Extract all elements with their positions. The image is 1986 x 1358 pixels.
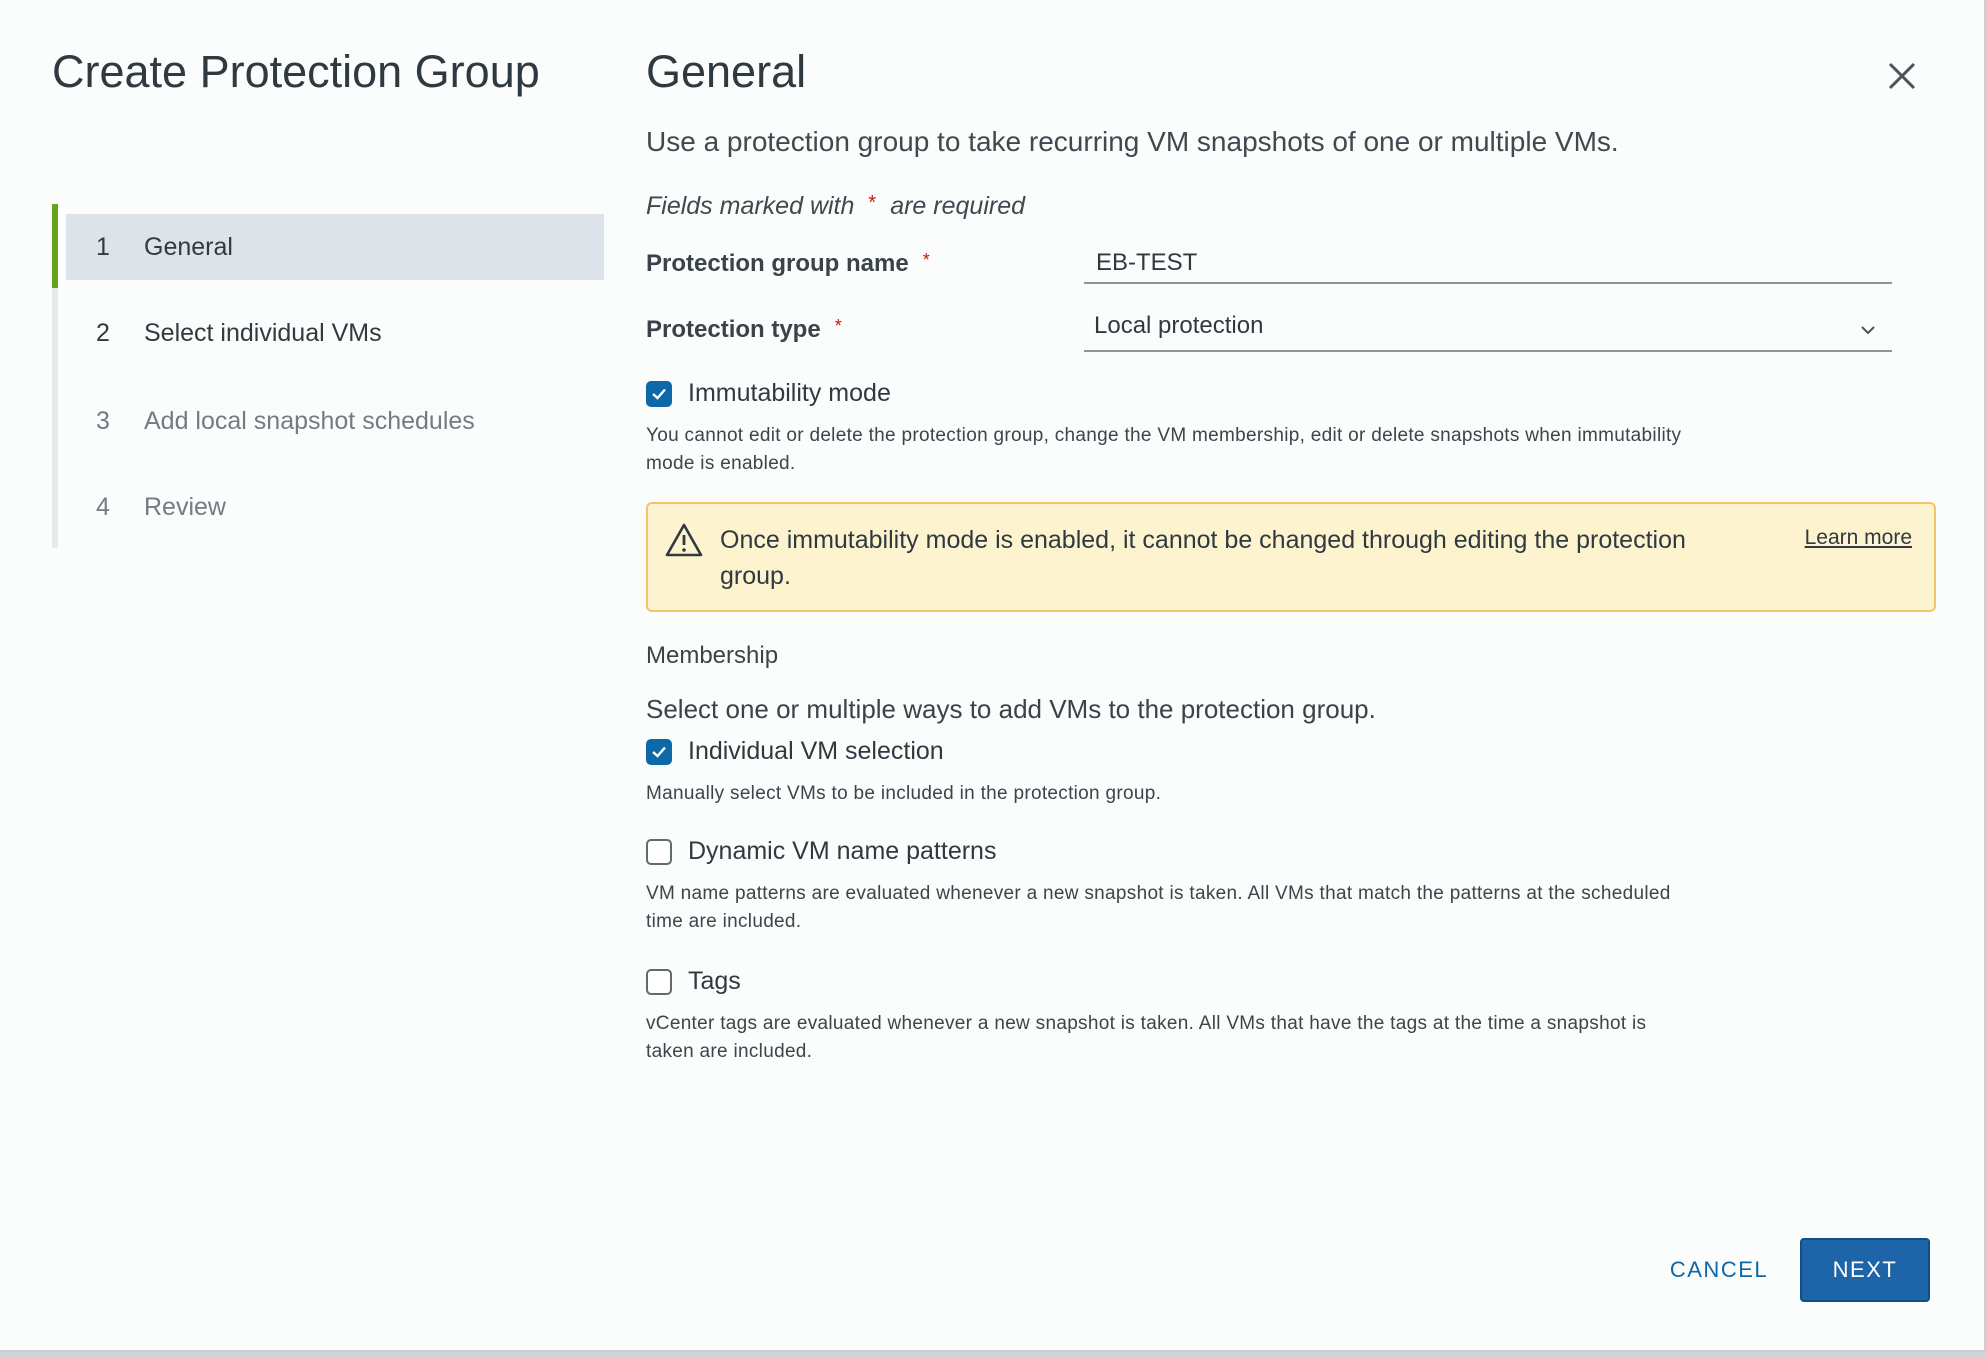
close-button[interactable] — [1884, 58, 1920, 94]
immutability-help-text: You cannot edit or delete the protection… — [646, 425, 1682, 474]
protection-group-name-label: Protection group name * — [646, 250, 930, 278]
tags-label: Tags — [688, 967, 741, 995]
required-note-suffix: are required — [890, 192, 1026, 220]
page-title: General — [646, 46, 807, 97]
required-fields-note: Fields marked with * are required — [646, 192, 1025, 221]
immutability-warning-alert: Once immutability mode is enabled, it ca… — [646, 502, 1936, 612]
immutability-mode-checkbox[interactable] — [646, 380, 672, 407]
step-number: 2 — [96, 318, 110, 347]
step-review[interactable]: 4 Review — [66, 474, 604, 540]
required-note-prefix: Fields marked with — [646, 192, 855, 220]
step-select-individual-vms[interactable]: 2 Select individual VMs — [66, 300, 604, 366]
next-button[interactable]: NEXT — [1800, 1238, 1930, 1302]
step-number: 3 — [96, 406, 110, 435]
step-label: Add local snapshot schedules — [144, 406, 475, 435]
close-icon — [1888, 62, 1916, 90]
checkmark-icon — [652, 388, 666, 400]
dynamic-vm-name-patterns-checkbox[interactable] — [646, 838, 672, 865]
tags-help: vCenter tags are evaluated whenever a ne… — [646, 1013, 1647, 1062]
required-star-icon: * — [834, 316, 842, 336]
dynamic-vm-name-patterns-label: Dynamic VM name patterns — [688, 837, 997, 865]
protection-group-name-input[interactable] — [1084, 244, 1892, 284]
chevron-down-icon — [1861, 326, 1875, 335]
individual-vm-selection-help: Manually select VMs to be included in th… — [646, 783, 1162, 804]
step-add-local-snapshot-schedules[interactable]: 3 Add local snapshot schedules — [66, 388, 604, 454]
step-general[interactable]: 1 General — [66, 214, 604, 280]
alert-message: Once immutability mode is enabled, it ca… — [720, 526, 1686, 590]
page-description: Use a protection group to take recurring… — [646, 126, 1619, 157]
cancel-button[interactable]: CANCEL — [1654, 1240, 1784, 1300]
create-protection-group-dialog: Create Protection Group 1 General 2 Sele… — [0, 0, 1986, 1352]
step-label: Select individual VMs — [144, 318, 382, 347]
step-label: Review — [144, 492, 226, 521]
step-rail-active-indicator — [52, 204, 58, 288]
label-text: Protection group name — [646, 250, 909, 277]
required-star-icon: * — [868, 192, 877, 214]
protection-type-label: Protection type * — [646, 316, 842, 344]
individual-vm-selection-label: Individual VM selection — [688, 737, 944, 765]
immutability-mode-label: Immutability mode — [688, 379, 891, 407]
step-number: 1 — [96, 232, 110, 261]
membership-description: Select one or multiple ways to add VMs t… — [646, 694, 1376, 724]
tags-option[interactable]: Tags — [646, 967, 741, 996]
membership-heading: Membership — [646, 642, 779, 669]
dynamic-vm-name-patterns-option[interactable]: Dynamic VM name patterns — [646, 837, 996, 866]
dynamic-vm-name-patterns-help: VM name patterns are evaluated whenever … — [646, 883, 1671, 932]
step-label: General — [144, 232, 233, 261]
individual-vm-selection-checkbox[interactable] — [646, 738, 672, 765]
label-text: Protection type — [646, 316, 821, 343]
wizard-title: Create Protection Group — [52, 46, 540, 97]
step-number: 4 — [96, 492, 110, 521]
individual-vm-selection-option[interactable]: Individual VM selection — [646, 737, 944, 766]
checkmark-icon — [652, 746, 666, 758]
protection-type-select[interactable]: Local protection — [1084, 308, 1892, 352]
tags-checkbox[interactable] — [646, 968, 672, 995]
protection-type-value: Local protection — [1094, 312, 1264, 339]
background-strip — [0, 1352, 1986, 1358]
warning-icon — [665, 523, 703, 557]
learn-more-link[interactable]: Learn more — [1805, 526, 1912, 550]
required-star-icon: * — [922, 250, 930, 270]
immutability-mode-option[interactable]: Immutability mode — [646, 379, 891, 408]
